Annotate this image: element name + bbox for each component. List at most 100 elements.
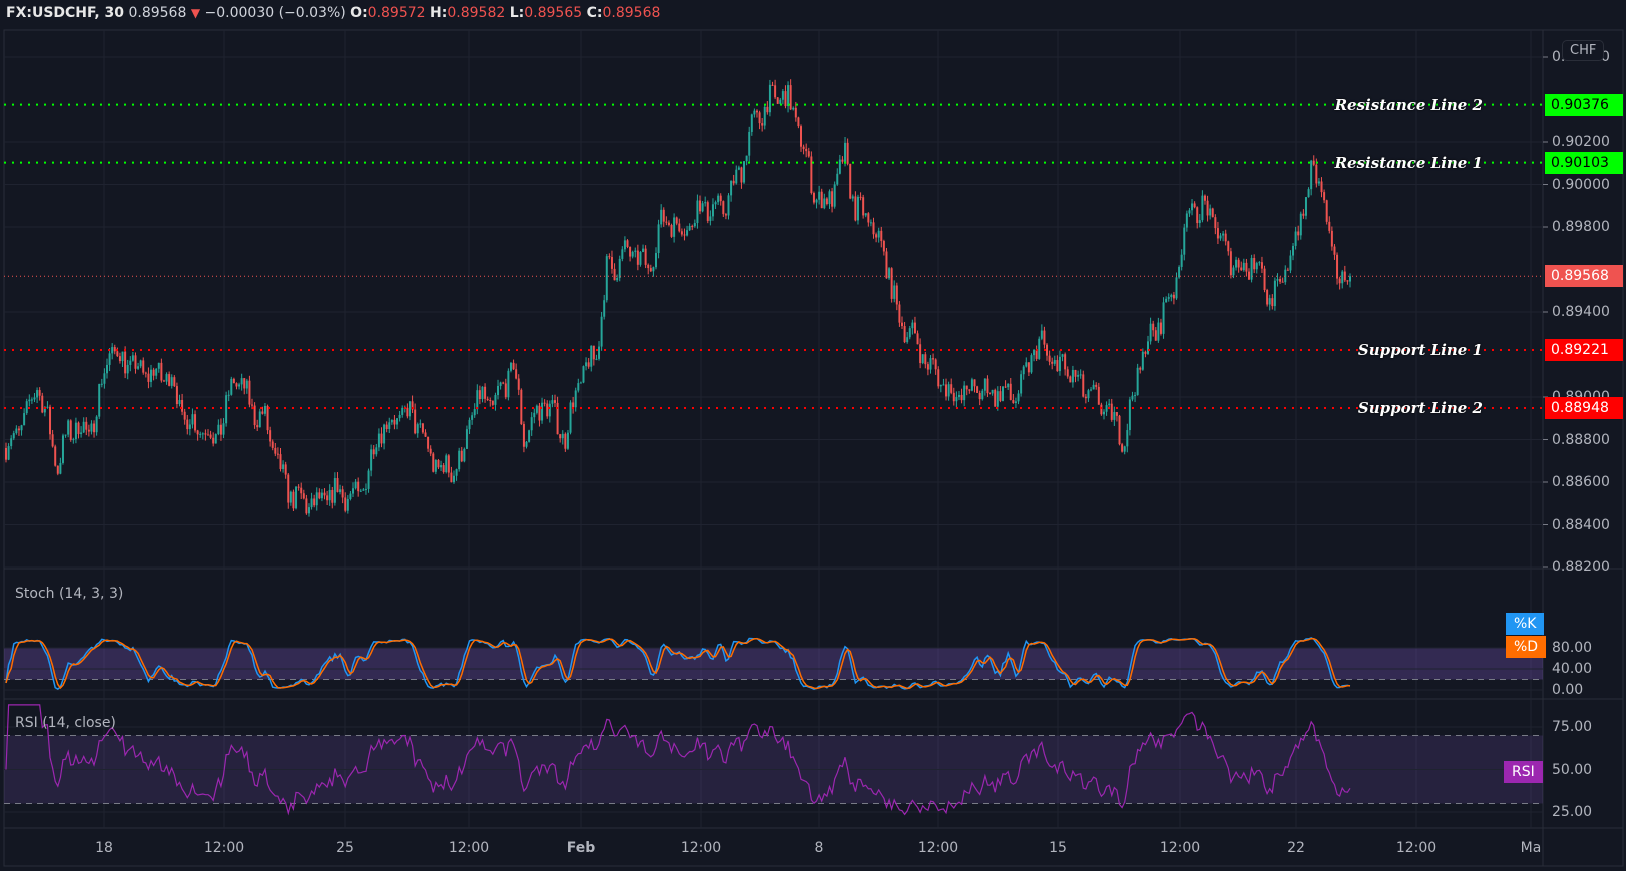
candle-body — [569, 402, 572, 433]
candle-body — [157, 362, 160, 369]
symbol-header: FX:USDCHF, 30 0.89568 ▼ −0.00030 (−0.03%… — [6, 5, 660, 21]
candle-body — [1069, 376, 1072, 383]
candle-body — [217, 424, 220, 435]
candle-body — [1001, 386, 1004, 401]
candle-body — [856, 196, 859, 221]
candle-body — [996, 391, 999, 407]
candle-body — [836, 173, 839, 185]
high-label: H: — [430, 5, 448, 21]
candle-body — [792, 107, 795, 110]
candle-body — [983, 378, 986, 391]
candle-body — [719, 195, 722, 202]
candle-body — [1126, 430, 1129, 447]
candle-body — [144, 372, 147, 374]
candle-body — [455, 469, 458, 476]
candle-body — [1183, 227, 1186, 255]
stoch-k-tag: %K — [1506, 613, 1545, 635]
candle-body — [781, 91, 784, 100]
candle-body — [129, 360, 132, 365]
candle-body — [1185, 213, 1188, 228]
candle-body — [1110, 403, 1113, 420]
candle-body — [634, 250, 637, 252]
candle-body — [1325, 200, 1328, 222]
candle-body — [442, 465, 445, 473]
candle-body — [489, 399, 492, 401]
candle-body — [587, 362, 590, 367]
stoch-tick: 40.00 — [1552, 661, 1593, 677]
candle-body — [1074, 369, 1077, 377]
last-price: 0.89568 — [128, 5, 187, 21]
candle-body — [1064, 354, 1067, 370]
candle-body — [846, 142, 849, 164]
candle-body — [199, 433, 202, 435]
candle-body — [1167, 297, 1170, 299]
candle-body — [17, 428, 20, 431]
candle-body — [310, 498, 313, 508]
candle-body — [194, 414, 197, 431]
candle-body — [15, 428, 18, 434]
close-value: 0.89568 — [602, 5, 661, 21]
stoch-tick: 0.00 — [1552, 682, 1584, 698]
candle-body — [471, 415, 474, 420]
symbol-name[interactable]: FX:USDCHF, 30 — [6, 5, 124, 21]
candle-body — [178, 399, 181, 405]
chart-canvas[interactable] — [0, 0, 1626, 871]
candle-body — [831, 191, 834, 207]
resistance-line-label: Resistance Line 1 — [1334, 153, 1483, 172]
rsi-title[interactable]: RSI (14, close) — [15, 715, 116, 731]
candle-body — [833, 184, 836, 207]
candle-body — [600, 316, 603, 347]
price-tick: 0.89400 — [1552, 304, 1610, 320]
candle-body — [1240, 267, 1243, 271]
candle-body — [421, 423, 424, 433]
time-tick: 15 — [1049, 840, 1067, 856]
candle-body — [497, 385, 500, 396]
candle-body — [468, 419, 471, 430]
candle-body — [1289, 255, 1292, 271]
candle-body — [947, 384, 950, 397]
candle-body — [25, 401, 28, 414]
candle-body — [520, 389, 523, 425]
candle-body — [957, 394, 960, 398]
candle-body — [906, 337, 909, 343]
candle-body — [1087, 390, 1090, 399]
stoch-title[interactable]: Stoch (14, 3, 3) — [15, 586, 123, 602]
currency-button[interactable]: CHF — [1562, 40, 1605, 61]
candle-body — [924, 354, 927, 365]
candle-body — [1242, 262, 1245, 271]
candle-body — [639, 251, 642, 265]
candle-body — [1079, 374, 1082, 376]
candle-body — [1198, 220, 1201, 224]
candle-body — [1022, 366, 1025, 375]
candle-body — [693, 223, 696, 227]
candle-body — [522, 424, 525, 447]
candle-body — [256, 425, 259, 428]
candle-body — [1328, 221, 1331, 231]
candle-body — [499, 382, 502, 386]
candle-body — [528, 430, 531, 442]
candle-body — [1027, 362, 1030, 373]
candle-body — [61, 435, 64, 463]
candle-body — [732, 180, 735, 184]
candle-body — [610, 257, 613, 269]
candle-body — [709, 216, 712, 221]
candle-body — [758, 112, 761, 124]
rsi-tick: 50.00 — [1552, 761, 1593, 778]
price-tick: 0.89800 — [1552, 219, 1610, 235]
candle-body — [579, 382, 582, 384]
candle-body — [939, 385, 942, 387]
candle-body — [434, 459, 437, 472]
candle-body — [152, 369, 155, 376]
candle-body — [559, 434, 562, 439]
candle-body — [1310, 160, 1313, 190]
candle-body — [789, 85, 792, 110]
candle-body — [1007, 383, 1010, 388]
candle-body — [963, 385, 966, 401]
candle-body — [877, 230, 880, 238]
price-tick: 0.88400 — [1552, 516, 1610, 533]
candle-body — [463, 448, 466, 462]
candle-body — [238, 384, 241, 387]
candle-body — [1203, 195, 1206, 201]
candle-body — [30, 399, 33, 401]
candle-body — [1157, 322, 1160, 341]
